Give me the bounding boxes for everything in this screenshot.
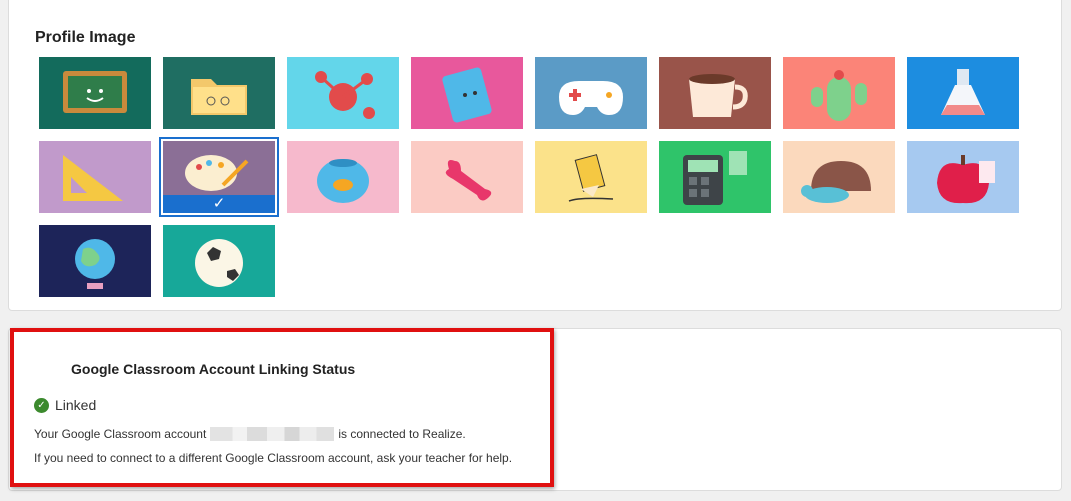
flask-icon — [941, 69, 985, 115]
chalkboard-icon — [63, 71, 127, 113]
notebook-icon — [442, 67, 492, 123]
avatar-tile-soccer-ball[interactable] — [163, 225, 275, 297]
soccer-ball-icon — [195, 239, 243, 287]
cactus-icon — [811, 70, 867, 121]
avatar-tile-fishbowl[interactable] — [287, 141, 399, 213]
avatar-tile-notebook[interactable] — [411, 57, 523, 129]
molecule-icon — [315, 71, 375, 119]
avatar-tile-cactus[interactable] — [783, 57, 895, 129]
triangle-ruler-icon — [63, 155, 123, 201]
connected-account-message: Your Google Classroom account is connect… — [34, 427, 466, 441]
help-message: If you need to connect to a different Go… — [34, 451, 513, 465]
avatar-tile-pencil[interactable] — [535, 141, 647, 213]
pencil-icon — [568, 154, 614, 202]
redacted-account-name — [210, 427, 335, 441]
gamepad-icon — [559, 81, 623, 115]
avatar-tile-apple[interactable] — [907, 141, 1019, 213]
check-circle-icon: ✓ — [34, 397, 49, 413]
avatar-tile-chalkboard[interactable] — [39, 57, 151, 129]
avatar-tile-turtle[interactable] — [783, 141, 895, 213]
linking-status-label: Linked — [55, 397, 97, 413]
coffee-cup-icon — [689, 74, 748, 117]
calculator-icon — [683, 151, 747, 205]
avatar-tile-coffee-cup[interactable] — [659, 57, 771, 129]
folder-icon — [191, 79, 247, 115]
apple-icon — [937, 155, 995, 204]
avatar-tile-molecule[interactable] — [287, 57, 399, 129]
avatar-tile-gamepad[interactable] — [535, 57, 647, 129]
avatar-tile-triangle-ruler[interactable] — [39, 141, 151, 213]
avatar-tile-folder[interactable] — [163, 57, 275, 129]
selected-checkmark-icon: ✓ — [163, 195, 275, 213]
avatar-tile-paint-palette[interactable]: ✓ — [159, 137, 279, 217]
avatar-tile-globe[interactable] — [39, 225, 151, 297]
profile-image-card: Profile Image ✓ — [8, 0, 1062, 311]
message-before: Your Google Classroom account — [34, 427, 207, 441]
bone-icon — [445, 160, 492, 201]
globe-icon — [75, 239, 115, 289]
linking-status-title: Google Classroom Account Linking Status — [71, 361, 356, 377]
profile-image-title: Profile Image — [35, 29, 136, 46]
turtle-icon — [801, 161, 871, 203]
message-after: is connected to Realize. — [338, 427, 466, 441]
avatar-tile-flask[interactable] — [907, 57, 1019, 129]
avatar-tile-calculator[interactable] — [659, 141, 771, 213]
avatar-tile-bone[interactable] — [411, 141, 523, 213]
fishbowl-icon — [317, 159, 369, 203]
linking-status: ✓ Linked — [34, 397, 96, 413]
google-classroom-linking-card: Google Classroom Account Linking Status … — [8, 328, 1062, 491]
